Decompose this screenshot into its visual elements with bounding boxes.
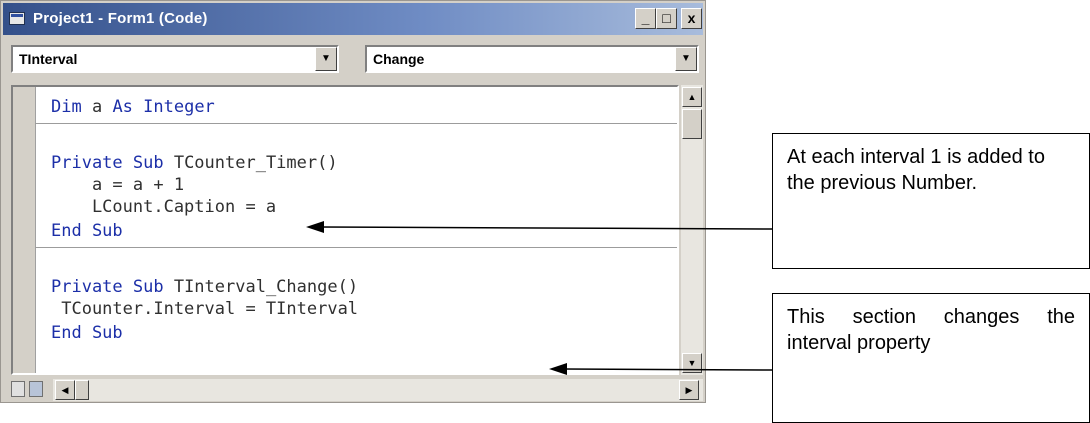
horizontal-scroll-thumb[interactable] (75, 380, 89, 400)
window-title: Project1 - Form1 (Code) (33, 10, 208, 27)
bottom-bar: ◀ ▶ (3, 379, 703, 401)
code-line[interactable]: Private Sub TInterval_Change() (51, 277, 358, 297)
code-line[interactable]: TCounter.Interval = TInterval (51, 299, 358, 319)
annotation-change: This section changes the interval proper… (772, 293, 1090, 423)
horizontal-scrollbar[interactable]: ◀ ▶ (53, 379, 703, 401)
procedure-view-icon[interactable] (11, 381, 25, 397)
dropdown-arrow-icon[interactable]: ▼ (315, 47, 337, 71)
vertical-scrollbar[interactable]: ▲ ▼ (681, 85, 703, 375)
object-combo[interactable]: TInterval ▼ (11, 45, 339, 73)
code-line[interactable]: LCount.Caption = a (51, 197, 276, 217)
code-line[interactable]: End Sub (51, 323, 123, 343)
code-line[interactable]: End Sub (51, 221, 123, 241)
scroll-left-icon[interactable]: ◀ (55, 380, 75, 400)
procedure-combo[interactable]: Change ▼ (365, 45, 699, 73)
vertical-scroll-thumb[interactable] (682, 109, 702, 139)
margin-indicator-bar[interactable] (13, 87, 36, 373)
annotation-timer: At each interval 1 is added to the previ… (772, 133, 1090, 269)
code-window: Project1 - Form1 (Code) _ □ x TInterval … (0, 0, 706, 403)
code-editor[interactable]: Dim a As Integer Private Sub TCounter_Ti… (11, 85, 679, 375)
minimize-button[interactable]: _ (635, 8, 656, 29)
dropdown-arrow-icon[interactable]: ▼ (675, 47, 697, 71)
code-line[interactable]: a = a + 1 (51, 175, 184, 195)
code-line[interactable]: Private Sub TCounter_Timer() (51, 153, 338, 173)
full-module-view-icon[interactable] (29, 381, 43, 397)
app-icon (9, 12, 25, 25)
scroll-right-icon[interactable]: ▶ (679, 380, 699, 400)
procedure-separator (35, 123, 677, 124)
procedure-separator (35, 247, 677, 248)
scroll-down-icon[interactable]: ▼ (682, 353, 702, 373)
scroll-up-icon[interactable]: ▲ (682, 87, 702, 107)
object-combo-value: TInterval (19, 51, 78, 67)
procedure-combo-value: Change (373, 51, 425, 67)
maximize-button[interactable]: □ (656, 8, 677, 29)
title-bar[interactable]: Project1 - Form1 (Code) _ □ x (3, 3, 703, 35)
code-line[interactable]: Dim a As Integer (51, 97, 215, 117)
close-button[interactable]: x (681, 8, 702, 29)
